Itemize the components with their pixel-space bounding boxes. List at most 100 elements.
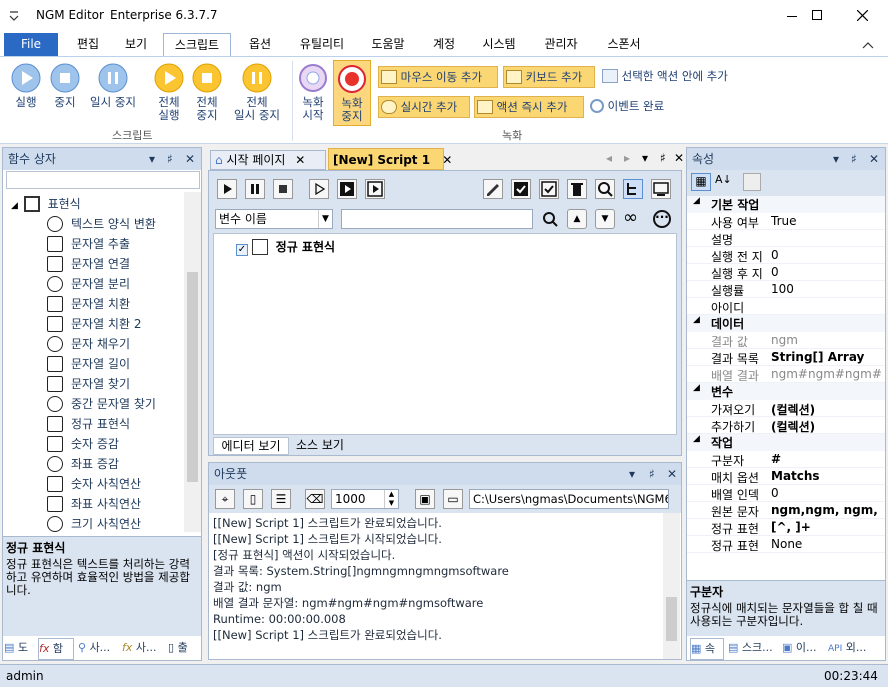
properties-dropdown-icon[interactable]: ▾ — [833, 148, 839, 170]
category-variables[interactable]: ◢ 변수 — [687, 383, 885, 400]
pin-icon[interactable]: ♯ — [167, 148, 173, 170]
bottom-tab-external[interactable]: API 외... — [828, 638, 884, 660]
output-tool-1[interactable]: ⌖ — [215, 489, 235, 509]
delete-button[interactable] — [567, 179, 587, 199]
bottom-tab-userfunc[interactable]: fx 사... — [122, 638, 164, 660]
dropdown-icon[interactable]: ▾ — [149, 148, 155, 170]
tab-list-icon[interactable]: ▾ — [642, 151, 648, 165]
run-step-button[interactable] — [365, 179, 385, 199]
bottom-tab-toolbox[interactable]: ▤ 도 — [4, 638, 36, 660]
tab-file[interactable]: File — [4, 33, 58, 56]
sort-az-icon[interactable]: A↓ — [715, 173, 732, 186]
search-variable-icon[interactable] — [541, 210, 559, 228]
output-dropdown-icon[interactable]: ▾ — [629, 463, 635, 485]
variable-search-input[interactable] — [341, 209, 533, 229]
screen-button[interactable] — [651, 179, 671, 199]
bottom-tab-properties[interactable]: ▦ 속 — [690, 638, 724, 660]
property-value[interactable]: 100 — [771, 282, 883, 296]
property-row[interactable]: 구분자 # — [687, 451, 885, 468]
close-tab-icon[interactable]: ✕ — [295, 153, 305, 167]
node-checkbox[interactable]: ✓ — [236, 244, 248, 256]
scrollbar-thumb[interactable] — [187, 272, 198, 482]
property-value[interactable]: ngm — [771, 333, 883, 347]
run-all-button[interactable]: 전체 실행 — [150, 63, 188, 122]
properties-close-icon[interactable]: ✕ — [869, 148, 879, 170]
property-row[interactable]: 원본 문자 ngm,ngm, ngm, n — [687, 502, 885, 519]
property-row[interactable]: 정규 표현 [^, ]+ — [687, 519, 885, 536]
property-row[interactable]: 실행 전 지 0 — [687, 247, 885, 264]
output-path-field[interactable]: C:\Users\ngmas\Documents\NGM6\ — [469, 489, 669, 509]
quick-access-icon[interactable] — [8, 9, 20, 23]
property-value[interactable]: Matchs — [771, 469, 883, 483]
bottom-tab-functions[interactable]: fx 함 — [38, 638, 74, 660]
tab-sponsor[interactable]: 스폰서 — [598, 33, 650, 56]
infinity-icon[interactable]: ∞ — [623, 207, 638, 228]
property-row[interactable]: 설명 — [687, 230, 885, 247]
tab-scroll-right-icon[interactable]: ▸ — [624, 151, 630, 165]
maximize-button[interactable] — [797, 0, 837, 32]
close-button[interactable] — [842, 0, 882, 32]
stop-all-button[interactable]: 전체 중지 — [188, 63, 226, 122]
uncheck-button[interactable] — [539, 179, 559, 199]
run-selected-button[interactable] — [337, 179, 357, 199]
stop-button[interactable]: 중지 — [48, 63, 82, 109]
close-script-tab-icon[interactable]: ✕ — [442, 153, 452, 167]
tab-script[interactable]: 스크립트 — [163, 33, 231, 56]
property-row[interactable]: 결과 목록 String[] Array — [687, 349, 885, 366]
save-output-button[interactable]: ▣ — [415, 489, 435, 509]
tab-editor-view[interactable]: 에디터 보기 — [213, 437, 289, 455]
property-value[interactable]: String[] Array — [771, 350, 883, 364]
property-row[interactable]: 실행률 100 — [687, 281, 885, 298]
property-row[interactable]: 아이디 — [687, 298, 885, 315]
category-work[interactable]: ◢ 작업 — [687, 434, 885, 451]
property-value[interactable]: 0 — [771, 486, 883, 500]
action-node-regex[interactable]: ✓ 정규 표현식 — [236, 238, 335, 256]
pause-button[interactable]: 일시 중지 — [84, 63, 142, 109]
tree-view-button[interactable] — [623, 179, 643, 199]
tab-view[interactable]: 보기 — [114, 33, 158, 56]
property-row[interactable]: 가져오기 (컬렉션) — [687, 400, 885, 417]
tab-account[interactable]: 계정 — [424, 33, 464, 56]
tab-script-1[interactable]: [New] Script 1 ✕ — [328, 148, 452, 170]
output-scrollbar-thumb[interactable] — [666, 597, 677, 641]
tab-utility[interactable]: 유틸리티 — [290, 33, 354, 56]
add-keyboard-button[interactable]: 키보드 추가 — [503, 66, 595, 88]
property-value[interactable]: (컬렉션) — [771, 418, 883, 435]
bottom-tab-output[interactable]: ▯ 출 — [168, 638, 200, 660]
stepper-icon[interactable]: ▲ ▼ — [384, 490, 398, 508]
property-row[interactable]: 결과 값 ngm — [687, 332, 885, 349]
tab-start-page[interactable]: ⌂ 시작 페이지 ✕ — [210, 150, 326, 170]
stop-small-button[interactable] — [273, 179, 293, 199]
clear-output-button[interactable]: ⌫ — [305, 489, 325, 509]
tree-root-expressions[interactable]: ◢ 표현식 — [11, 194, 81, 214]
property-row[interactable]: 매치 옵션 Matchs — [687, 468, 885, 485]
next-result-button[interactable]: ▼ — [595, 209, 615, 229]
run-button[interactable]: 실행 — [4, 63, 48, 109]
find-button[interactable] — [595, 179, 615, 199]
record-stop-button[interactable]: 녹화 중지 — [333, 60, 371, 126]
property-row[interactable]: 배열 결과 ngm#ngm#ngm#ngm — [687, 366, 885, 383]
output-close-icon[interactable]: ✕ — [667, 463, 677, 485]
add-action-immediately-button[interactable]: 액션 즉시 추가 — [474, 96, 584, 118]
property-value[interactable]: ngm#ngm#ngm#ngm — [771, 367, 883, 381]
bottom-tab-image[interactable]: ▣ 이... — [782, 638, 824, 660]
bottom-tab-script[interactable]: ▤ 스크... — [728, 638, 778, 660]
property-pages-icon[interactable] — [743, 173, 761, 191]
property-row[interactable]: 사용 여부 True — [687, 213, 885, 230]
output-scrollbar[interactable] — [663, 513, 680, 659]
property-value[interactable]: True — [771, 214, 883, 228]
run-from-button[interactable] — [309, 179, 329, 199]
property-value[interactable]: ngm,ngm, ngm, n — [771, 503, 883, 517]
property-value[interactable]: # — [771, 452, 883, 466]
pin-editor-icon[interactable]: ♯ — [660, 151, 666, 165]
add-realtime-button[interactable]: 실시간 추가 — [378, 96, 470, 118]
output-count-input[interactable]: 1000 ▲ ▼ — [331, 489, 399, 509]
tab-admin[interactable]: 관리자 — [534, 33, 588, 56]
property-value[interactable]: [^, ]+ — [771, 520, 883, 534]
tab-scroll-left-icon[interactable]: ◂ — [606, 151, 612, 165]
category-data[interactable]: ◢ 데이터 — [687, 315, 885, 332]
close-panel-icon[interactable]: ✕ — [185, 148, 195, 170]
variable-name-select[interactable]: 변수 이름 ▼ — [215, 209, 333, 229]
pause-all-button[interactable]: 전체 일시 중지 — [228, 63, 286, 122]
add-in-selected-action-button[interactable]: 선택한 액션 안에 추가 — [600, 66, 750, 88]
